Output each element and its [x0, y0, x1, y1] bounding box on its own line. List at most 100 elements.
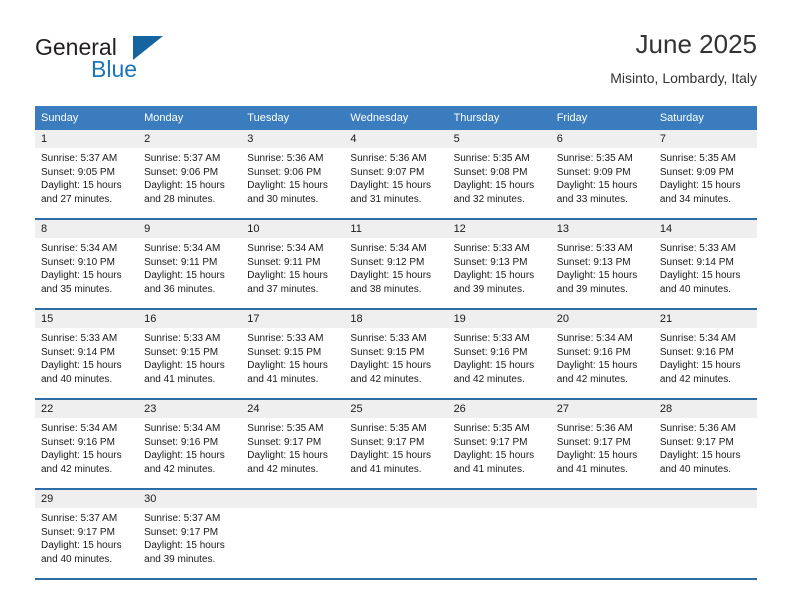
daylight-text-line2: and 42 minutes.	[453, 373, 525, 385]
day-details: Sunrise: 5:33 AM Sunset: 9:15 PM Daylight:…	[138, 328, 241, 386]
day-number: 23	[138, 400, 242, 418]
daylight-text-line2: and 41 minutes.	[247, 373, 319, 385]
daylight-text-line2: and 41 minutes.	[453, 463, 525, 475]
sunrise-text: Sunrise: 5:33 AM	[247, 333, 324, 344]
sunrise-text: Sunrise: 5:34 AM	[659, 333, 736, 344]
day-number: 25	[344, 400, 448, 418]
daylight-text-line1: Daylight: 15 hours	[144, 270, 225, 282]
day-details	[241, 508, 344, 512]
day-cell[interactable]: 11 Sunrise: 5:34 AM Sunset: 9:12 PM Dayligh…	[344, 219, 448, 310]
sunrise-text: Sunrise: 5:36 AM	[350, 153, 427, 164]
day-details: Sunrise: 5:37 AM Sunset: 9:05 PM Daylight:…	[35, 148, 138, 206]
day-details	[344, 508, 447, 512]
calendar-page: General Blue June 2025 Misinto, Lombardy…	[0, 0, 792, 612]
day-cell[interactable]: 28 Sunrise: 5:36 AM Sunset: 9:17 PM Dayligh…	[653, 399, 757, 490]
title-block: June 2025 Misinto, Lombardy, Italy	[610, 28, 757, 88]
daylight-text-line1: Daylight: 15 hours	[453, 360, 535, 372]
day-cell[interactable]: 8 Sunrise: 5:34 AM Sunset: 9:10 PM Daylight…	[35, 219, 139, 310]
sunset-text: Sunset: 9:17 PM	[350, 436, 425, 448]
day-cell[interactable]: 7 Sunrise: 5:35 AM Sunset: 9:09 PM Daylight…	[653, 130, 757, 220]
daylight-text-line1: Daylight: 15 hours	[144, 180, 225, 192]
sunrise-text: Sunrise: 5:34 AM	[556, 333, 633, 344]
page-masthead: General Blue June 2025 Misinto, Lombardy…	[35, 28, 757, 96]
day-number: 24	[241, 400, 345, 418]
sunset-text: Sunset: 9:17 PM	[556, 436, 631, 448]
daylight-text-line2: and 30 minutes.	[247, 193, 319, 205]
day-cell[interactable]: 24 Sunrise: 5:35 AM Sunset: 9:17 PM Dayligh…	[241, 399, 345, 490]
day-cell[interactable]: 25 Sunrise: 5:35 AM Sunset: 9:17 PM Dayligh…	[344, 399, 448, 490]
calendar-grid: Sunday Monday Tuesday Wednesday Thursday…	[35, 106, 757, 580]
sunrise-text: Sunrise: 5:35 AM	[453, 423, 530, 434]
sunset-text: Sunset: 9:08 PM	[453, 166, 528, 178]
sunrise-text: Sunrise: 5:33 AM	[453, 243, 530, 254]
daylight-text-line1: Daylight: 15 hours	[556, 270, 638, 282]
daylight-text-line2: and 39 minutes.	[556, 283, 628, 295]
day-cell[interactable]: 19 Sunrise: 5:33 AM Sunset: 9:16 PM Dayligh…	[447, 309, 551, 400]
day-cell[interactable]: 29 Sunrise: 5:37 AM Sunset: 9:17 PM Dayligh…	[35, 489, 139, 580]
sunset-text: Sunset: 9:09 PM	[659, 166, 734, 178]
daylight-text-line1: Daylight: 15 hours	[41, 360, 122, 372]
sunrise-text: Sunrise: 5:36 AM	[659, 423, 736, 434]
day-number	[241, 490, 345, 508]
day-cell[interactable]: 9 Sunrise: 5:34 AM Sunset: 9:11 PM Daylight…	[138, 219, 242, 310]
day-number: 13	[550, 220, 654, 238]
daylight-text-line2: and 36 minutes.	[144, 283, 216, 295]
daylight-text-line2: and 40 minutes.	[659, 463, 732, 475]
day-cell[interactable]: 27 Sunrise: 5:36 AM Sunset: 9:17 PM Dayligh…	[550, 399, 654, 490]
day-cell[interactable]: 20 Sunrise: 5:34 AM Sunset: 9:16 PM Dayligh…	[550, 309, 654, 400]
daylight-text-line2: and 41 minutes.	[556, 463, 628, 475]
day-details: Sunrise: 5:33 AM Sunset: 9:15 PM Daylight:…	[241, 328, 344, 386]
day-number: 5	[447, 130, 551, 148]
sunset-text: Sunset: 9:15 PM	[350, 346, 425, 358]
day-number	[550, 490, 654, 508]
day-cell[interactable]: 1 Sunrise: 5:37 AM Sunset: 9:05 PM Daylight…	[35, 130, 139, 220]
day-cell[interactable]: 21 Sunrise: 5:34 AM Sunset: 9:16 PM Dayligh…	[653, 309, 757, 400]
day-cell[interactable]: 3 Sunrise: 5:36 AM Sunset: 9:06 PM Daylight…	[241, 130, 345, 220]
day-details: Sunrise: 5:36 AM Sunset: 9:06 PM Daylight:…	[241, 148, 344, 206]
day-cell[interactable]: 16 Sunrise: 5:33 AM Sunset: 9:15 PM Dayligh…	[138, 309, 242, 400]
day-cell[interactable]: 5 Sunrise: 5:35 AM Sunset: 9:08 PM Daylight…	[447, 130, 551, 220]
weekday-header-sunday: Sunday	[35, 106, 139, 130]
daylight-text-line2: and 33 minutes.	[556, 193, 628, 205]
day-details: Sunrise: 5:35 AM Sunset: 9:08 PM Daylight:…	[448, 148, 551, 206]
sunrise-text: Sunrise: 5:34 AM	[144, 243, 221, 254]
sunset-text: Sunset: 9:16 PM	[453, 346, 528, 358]
day-cell-empty	[241, 489, 345, 580]
day-cell[interactable]: 15 Sunrise: 5:33 AM Sunset: 9:14 PM Dayligh…	[35, 309, 139, 400]
day-cell[interactable]: 17 Sunrise: 5:33 AM Sunset: 9:15 PM Dayligh…	[241, 309, 345, 400]
week-row: 15 Sunrise: 5:33 AM Sunset: 9:14 PM Dayligh…	[35, 309, 757, 400]
daylight-text-line1: Daylight: 15 hours	[659, 180, 741, 192]
day-cell[interactable]: 23 Sunrise: 5:34 AM Sunset: 9:16 PM Dayligh…	[138, 399, 242, 490]
daylight-text-line1: Daylight: 15 hours	[41, 180, 122, 192]
day-cell[interactable]: 2 Sunrise: 5:37 AM Sunset: 9:06 PM Daylight…	[138, 130, 242, 220]
daylight-text-line2: and 40 minutes.	[41, 553, 113, 565]
day-cell[interactable]: 6 Sunrise: 5:35 AM Sunset: 9:09 PM Daylight…	[550, 130, 654, 220]
sunrise-text: Sunrise: 5:37 AM	[144, 513, 221, 524]
day-cell[interactable]: 26 Sunrise: 5:35 AM Sunset: 9:17 PM Dayligh…	[447, 399, 551, 490]
weekday-header-saturday: Saturday	[653, 106, 757, 130]
day-cell[interactable]: 30 Sunrise: 5:37 AM Sunset: 9:17 PM Dayligh…	[138, 489, 242, 580]
sunrise-text: Sunrise: 5:35 AM	[350, 423, 427, 434]
daylight-text-line1: Daylight: 15 hours	[247, 360, 328, 372]
day-details	[654, 508, 757, 512]
day-number: 27	[550, 400, 654, 418]
sunrise-text: Sunrise: 5:33 AM	[144, 333, 221, 344]
day-cell[interactable]: 14 Sunrise: 5:33 AM Sunset: 9:14 PM Dayligh…	[653, 219, 757, 310]
sunrise-text: Sunrise: 5:34 AM	[41, 423, 118, 434]
day-cell[interactable]: 4 Sunrise: 5:36 AM Sunset: 9:07 PM Daylight…	[344, 130, 448, 220]
daylight-text-line1: Daylight: 15 hours	[659, 450, 741, 462]
sunrise-text: Sunrise: 5:33 AM	[350, 333, 427, 344]
day-cell[interactable]: 13 Sunrise: 5:33 AM Sunset: 9:13 PM Dayligh…	[550, 219, 654, 310]
general-blue-logo[interactable]: General Blue	[35, 34, 205, 90]
logo-text-blue: Blue	[91, 56, 138, 82]
day-cell[interactable]: 18 Sunrise: 5:33 AM Sunset: 9:15 PM Dayligh…	[344, 309, 448, 400]
sunrise-text: Sunrise: 5:35 AM	[453, 153, 530, 164]
sunset-text: Sunset: 9:11 PM	[144, 256, 218, 268]
day-number: 8	[35, 220, 139, 238]
sunset-text: Sunset: 9:13 PM	[556, 256, 631, 268]
sunset-text: Sunset: 9:06 PM	[247, 166, 322, 178]
day-cell[interactable]: 12 Sunrise: 5:33 AM Sunset: 9:13 PM Dayligh…	[447, 219, 551, 310]
day-cell[interactable]: 22 Sunrise: 5:34 AM Sunset: 9:16 PM Dayligh…	[35, 399, 139, 490]
sunset-text: Sunset: 9:17 PM	[453, 436, 528, 448]
day-cell[interactable]: 10 Sunrise: 5:34 AM Sunset: 9:11 PM Dayligh…	[241, 219, 345, 310]
